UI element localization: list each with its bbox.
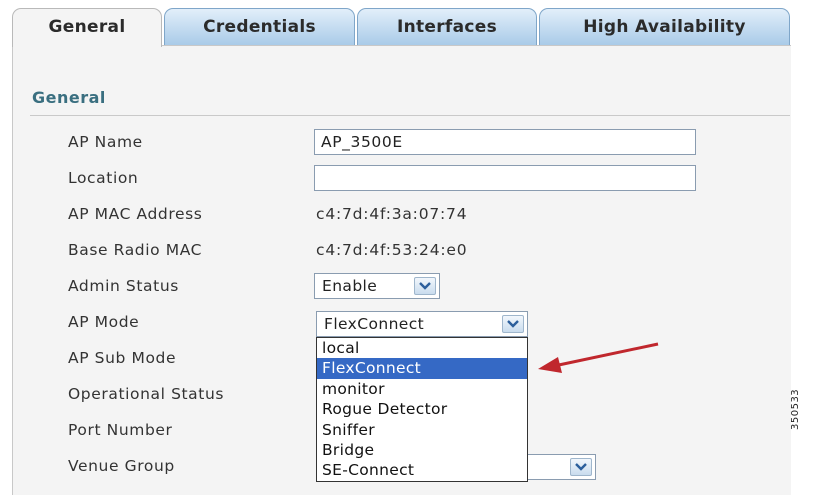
chevron-down-icon[interactable] bbox=[502, 315, 524, 333]
tab-general[interactable]: General bbox=[12, 8, 162, 47]
chevron-down-icon[interactable] bbox=[570, 458, 592, 476]
option-local[interactable]: local bbox=[317, 338, 527, 358]
base-radio-mac-value: c4:7d:4f:53:24:e0 bbox=[316, 241, 468, 259]
option-monitor[interactable]: monitor bbox=[317, 379, 527, 399]
ap-name-input[interactable] bbox=[314, 129, 696, 155]
section-title: General bbox=[32, 88, 106, 107]
option-se-connect[interactable]: SE-Connect bbox=[317, 460, 527, 480]
ap-mode-value: FlexConnect bbox=[324, 315, 425, 333]
figure-id: 350533 bbox=[790, 388, 801, 430]
ap-name-label: AP Name bbox=[68, 133, 143, 151]
ap-mode-dropdown-list: local FlexConnect monitor Rogue Detector… bbox=[316, 337, 528, 482]
ap-mode-label: AP Mode bbox=[68, 313, 140, 331]
ap-sub-mode-label: AP Sub Mode bbox=[68, 349, 177, 367]
location-label: Location bbox=[68, 169, 139, 187]
tab-high-availability[interactable]: High Availability bbox=[539, 8, 790, 45]
chevron-down-icon[interactable] bbox=[414, 277, 436, 295]
port-number-label: Port Number bbox=[68, 421, 173, 439]
tab-credentials[interactable]: Credentials bbox=[164, 8, 355, 45]
tab-interfaces[interactable]: Interfaces bbox=[357, 8, 537, 45]
admin-status-select[interactable]: Enable bbox=[314, 273, 440, 299]
option-sniffer[interactable]: Sniffer bbox=[317, 420, 527, 440]
ap-mac-address-value: c4:7d:4f:3a:07:74 bbox=[316, 205, 468, 223]
ap-mode-select[interactable]: FlexConnect bbox=[316, 311, 528, 337]
option-flexconnect[interactable]: FlexConnect bbox=[317, 358, 527, 379]
option-bridge[interactable]: Bridge bbox=[317, 440, 527, 460]
operational-status-label: Operational Status bbox=[68, 385, 225, 403]
admin-status-label: Admin Status bbox=[68, 277, 179, 295]
admin-status-value: Enable bbox=[322, 277, 378, 295]
location-input[interactable] bbox=[314, 165, 696, 191]
tab-bar: General Credentials Interfaces High Avai… bbox=[12, 8, 792, 47]
red-arrow-icon bbox=[538, 342, 659, 373]
ap-mac-address-label: AP MAC Address bbox=[68, 205, 203, 223]
venue-group-label: Venue Group bbox=[68, 457, 175, 475]
base-radio-mac-label: Base Radio MAC bbox=[68, 241, 203, 259]
option-rogue-detector[interactable]: Rogue Detector bbox=[317, 399, 527, 419]
section-divider bbox=[30, 115, 790, 116]
